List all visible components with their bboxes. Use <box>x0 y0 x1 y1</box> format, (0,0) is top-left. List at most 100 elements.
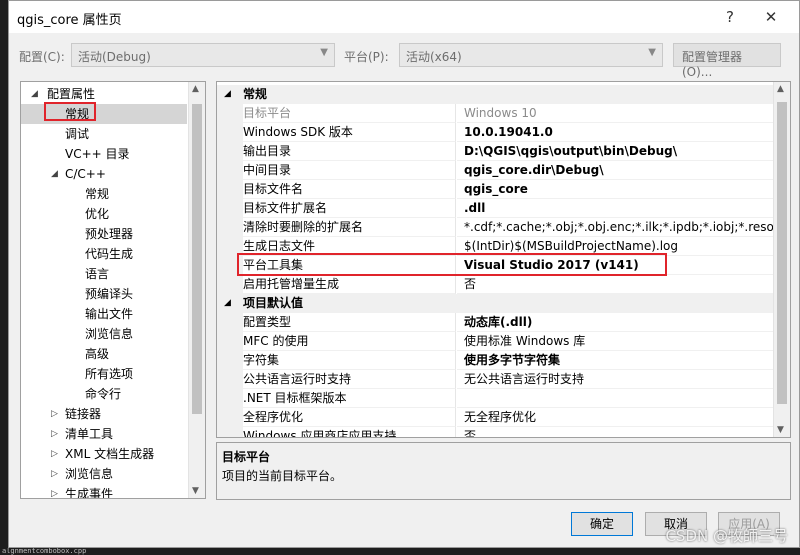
property-value[interactable] <box>457 389 773 408</box>
tree-item[interactable]: 输出文件 <box>21 304 187 324</box>
property-value[interactable]: $(IntDir)$(MSBuildProjectName).log <box>457 237 773 256</box>
tree-item-label: XML 文档生成器 <box>65 447 155 461</box>
tree-item-label: 预处理器 <box>85 227 134 241</box>
tree-item[interactable]: ▷ XML 文档生成器 <box>21 444 187 464</box>
grid-row[interactable]: MFC 的使用 使用标准 Windows 库 <box>217 332 773 351</box>
grid-scrollbar[interactable]: ▲ ▼ <box>773 82 790 437</box>
expand-arrow-icon[interactable]: ▷ <box>51 424 58 444</box>
tree-item[interactable]: 预处理器 <box>21 224 187 244</box>
tree-item[interactable]: ◢ C/C++ <box>21 164 187 184</box>
property-tree[interactable]: ▲ ▼ ◢ 配置属性 常规 调试 VC++ 目录 ◢ C/C++ 常规 优化 预处理器 代码生成 语言… <box>20 81 206 499</box>
collapse-arrow-icon[interactable]: ◢ <box>31 84 38 104</box>
tree-item[interactable]: ▷ 链接器 <box>21 404 187 424</box>
grid-row[interactable]: 目标平台 Windows 10 <box>217 104 773 123</box>
tree-item[interactable]: ◢ 配置属性 <box>21 84 187 104</box>
scroll-down-icon[interactable]: ▼ <box>777 425 784 435</box>
tree-item[interactable]: 优化 <box>21 204 187 224</box>
grid-category[interactable]: ◢ 常规 <box>217 85 773 104</box>
grid-row[interactable]: 配置类型 动态库(.dll) <box>217 313 773 332</box>
property-value[interactable]: qgis_core <box>457 180 773 199</box>
property-name: 全程序优化 <box>243 408 456 427</box>
collapse-arrow-icon[interactable]: ◢ <box>224 294 231 313</box>
configuration-manager-button[interactable]: 配置管理器(O)... <box>673 43 781 79</box>
help-button[interactable]: ? <box>718 6 742 28</box>
property-value[interactable]: Visual Studio 2017 (v141) <box>457 256 773 275</box>
tree-item[interactable]: 命令行 <box>21 384 187 404</box>
tree-item[interactable]: 常规 <box>21 184 187 204</box>
ok-button[interactable]: 确定 <box>571 512 633 536</box>
tree-item[interactable]: 预编译头 <box>21 284 187 304</box>
tree-item-label: 配置属性 <box>47 87 96 101</box>
grid-row[interactable]: 全程序优化 无全程序优化 <box>217 408 773 427</box>
grid-row[interactable]: 字符集 使用多字节字符集 <box>217 351 773 370</box>
expand-arrow-icon[interactable]: ▷ <box>51 484 58 498</box>
scroll-down-icon[interactable]: ▼ <box>192 486 199 496</box>
tree-item[interactable]: ▷ 清单工具 <box>21 424 187 444</box>
property-value[interactable]: .dll <box>457 199 773 218</box>
grid-row[interactable]: 生成日志文件 $(IntDir)$(MSBuildProjectName).log <box>217 237 773 256</box>
scroll-up-icon[interactable]: ▲ <box>777 84 784 94</box>
close-icon[interactable]: ✕ <box>759 6 783 28</box>
grid-row[interactable]: .NET 目标框架版本 <box>217 389 773 408</box>
expand-arrow-icon[interactable]: ▷ <box>51 404 58 424</box>
grid-row[interactable]: 输出目录 D:\QGIS\qgis\output\bin\Debug\ <box>217 142 773 161</box>
tree-item[interactable]: ▷ 生成事件 <box>21 484 187 498</box>
platform-label: 平台(P): <box>344 50 389 64</box>
property-value[interactable]: 无公共语言运行时支持 <box>457 370 773 389</box>
tree-item[interactable]: 语言 <box>21 264 187 284</box>
property-value[interactable]: Windows 10 <box>457 104 773 123</box>
property-value[interactable]: 动态库(.dll) <box>457 313 773 332</box>
configuration-combo[interactable]: 活动(Debug) ▼ <box>71 43 335 67</box>
property-grid[interactable]: ▲ ▼ ◢ 常规 目标平台 Windows 10 Windows SDK 版本 10.0.… <box>216 81 791 438</box>
tree-item[interactable]: 高级 <box>21 344 187 364</box>
grid-row[interactable]: Windows SDK 版本 10.0.19041.0 <box>217 123 773 142</box>
expand-arrow-icon[interactable]: ▷ <box>51 464 58 484</box>
tree-item[interactable]: 代码生成 <box>21 244 187 264</box>
chevron-down-icon: ▼ <box>648 47 656 58</box>
property-value[interactable]: 否 <box>457 275 773 294</box>
grid-row-gutter <box>217 351 243 370</box>
grid-row[interactable]: 启用托管增量生成否 <box>217 275 773 294</box>
tree-item[interactable]: ▷ 浏览信息 <box>21 464 187 484</box>
property-value[interactable]: 使用多字节字符集 <box>457 351 773 370</box>
grid-row-gutter <box>217 275 243 294</box>
grid-category[interactable]: ◢ 项目默认值 <box>217 294 773 313</box>
property-value[interactable]: 10.0.19041.0 <box>457 123 773 142</box>
property-name: 中间目录 <box>243 161 456 180</box>
tree-item[interactable]: 调试 <box>21 124 187 144</box>
property-value[interactable]: 使用标准 Windows 库 <box>457 332 773 351</box>
collapse-arrow-icon[interactable]: ◢ <box>224 85 231 104</box>
grid-row[interactable]: 目标文件名 qgis_core <box>217 180 773 199</box>
grid-row[interactable]: 公共语言运行时支持 无公共语言运行时支持 <box>217 370 773 389</box>
grid-row[interactable]: 平台工具集 Visual Studio 2017 (v141) <box>217 256 773 275</box>
grid-row[interactable]: 清除时要删除的扩展名 *.cdf;*.cache;*.obj;*.obj.enc;… <box>217 218 773 237</box>
property-value[interactable]: *.cdf;*.cache;*.obj;*.obj.enc;*.ilk;*.ip… <box>457 218 773 237</box>
scroll-up-icon[interactable]: ▲ <box>192 84 199 94</box>
grid-row[interactable]: 中间目录 qgis_core.dir\Debug\ <box>217 161 773 180</box>
tree-item[interactable]: 浏览信息 <box>21 324 187 344</box>
grid-row-gutter <box>217 427 243 437</box>
tree-scroll-thumb[interactable] <box>192 104 202 414</box>
grid-row[interactable]: 目标文件扩展名 .dll <box>217 199 773 218</box>
property-name: 公共语言运行时支持 <box>243 370 456 389</box>
tree-item-label: 浏览信息 <box>85 327 134 341</box>
property-name: 输出目录 <box>243 142 456 161</box>
property-value[interactable]: D:\QGIS\qgis\output\bin\Debug\ <box>457 142 773 161</box>
property-value[interactable]: 否 <box>457 427 773 437</box>
title-bar: qgis_core 属性页 ? ✕ <box>9 1 799 33</box>
grid-row-gutter <box>217 161 243 180</box>
grid-scroll-thumb[interactable] <box>777 102 787 404</box>
tree-item-label: 代码生成 <box>85 247 134 261</box>
description-panel: 目标平台 项目的当前目标平台。 <box>216 442 791 500</box>
grid-row[interactable]: Windows 应用商店应用支持否 <box>217 427 773 437</box>
property-value[interactable]: 无全程序优化 <box>457 408 773 427</box>
platform-combo[interactable]: 活动(x64) ▼ <box>399 43 663 67</box>
tree-item[interactable]: 常规 <box>21 104 187 124</box>
property-value[interactable]: qgis_core.dir\Debug\ <box>457 161 773 180</box>
expand-arrow-icon[interactable]: ▷ <box>51 444 58 464</box>
collapse-arrow-icon[interactable]: ◢ <box>51 164 58 184</box>
tree-item[interactable]: 所有选项 <box>21 364 187 384</box>
tree-item[interactable]: VC++ 目录 <box>21 144 187 164</box>
tree-item-label: 优化 <box>85 207 110 221</box>
tree-scrollbar[interactable]: ▲ ▼ <box>188 82 205 498</box>
